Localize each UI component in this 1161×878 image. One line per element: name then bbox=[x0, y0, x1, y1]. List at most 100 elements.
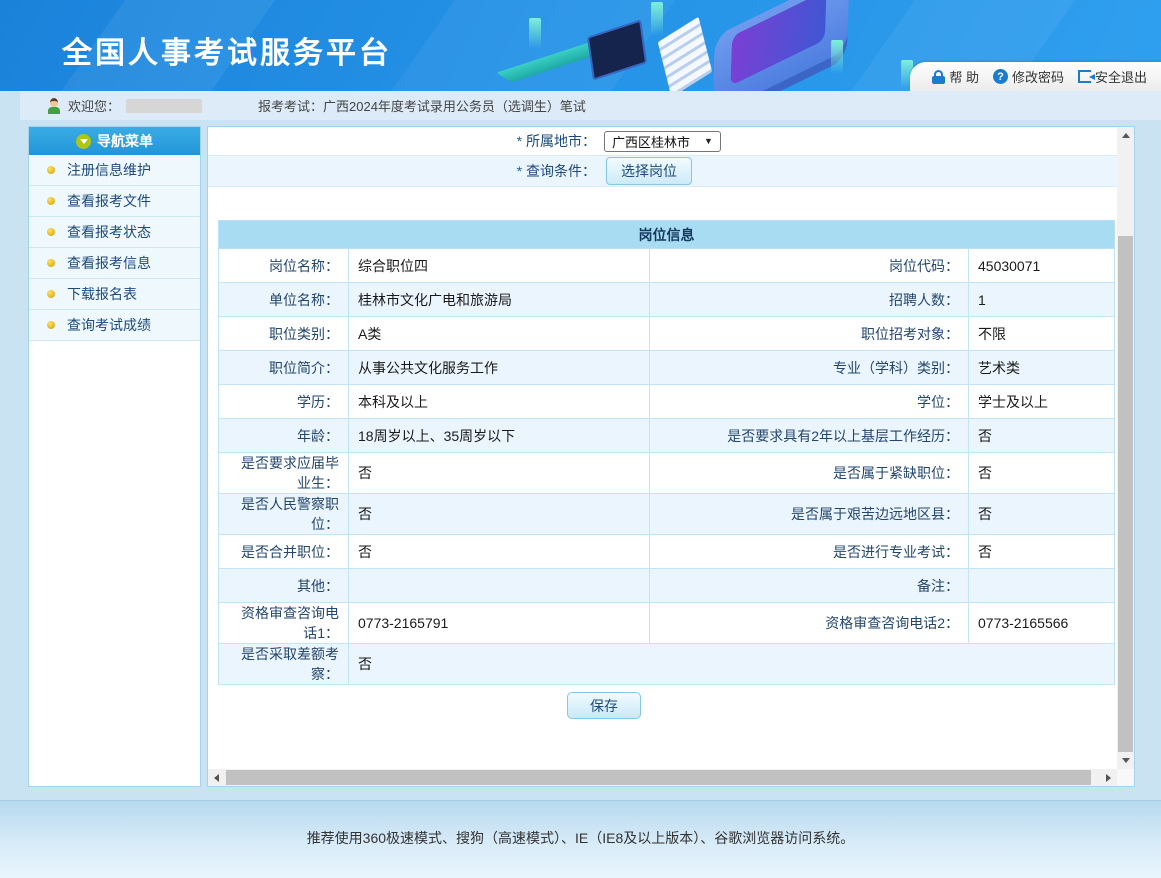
nav-list: 注册信息维护查看报考文件查看报考状态查看报考信息下载报名表查询考试成绩 bbox=[29, 155, 200, 341]
sidebar-item-label: 查看报考状态 bbox=[67, 222, 151, 242]
query-form-row: * 查询条件： 选择岗位 bbox=[208, 156, 1117, 187]
field-value: 1 bbox=[969, 283, 1115, 317]
header-illustration bbox=[501, 0, 921, 91]
sidebar-item[interactable]: 查询考试成绩 bbox=[29, 310, 200, 341]
bullet-icon bbox=[47, 197, 55, 205]
site-title: 全国人事考试服务平台 bbox=[62, 28, 392, 72]
table-title-row: 岗位信息 bbox=[219, 221, 1115, 249]
table-row: 职位简介：从事公共文化服务工作专业（学科）类别：艺术类 bbox=[219, 351, 1115, 385]
field-value: 否 bbox=[969, 453, 1115, 494]
sidebar-item-label: 查看报考信息 bbox=[67, 253, 151, 273]
footer-text: 推荐使用360极速模式、搜狗（高速模式）、IE（IE8及以上版本）、谷歌浏览器访… bbox=[0, 828, 1161, 848]
field-label: 专业（学科）类别： bbox=[650, 351, 969, 385]
field-label: 资格审查咨询电话2： bbox=[650, 603, 969, 644]
scroll-up-icon[interactable] bbox=[1117, 127, 1134, 144]
field-value: 从事公共文化服务工作 bbox=[349, 351, 650, 385]
field-value bbox=[969, 569, 1115, 603]
sidebar-item-label: 注册信息维护 bbox=[67, 160, 151, 180]
field-label: 岗位代码： bbox=[650, 249, 969, 283]
city-select-value: 广西区桂林市 bbox=[612, 132, 690, 151]
table-row: 学历：本科及以上学位：学士及以上 bbox=[219, 385, 1115, 419]
logout-link[interactable]: 安全退出 bbox=[1078, 67, 1147, 86]
illustration-glow-bar bbox=[529, 18, 541, 48]
logout-icon bbox=[1078, 70, 1091, 83]
field-label: 是否要求具有2年以上基层工作经历： bbox=[650, 419, 969, 453]
field-label: 是否人民警察职位： bbox=[219, 494, 349, 535]
logout-label: 安全退出 bbox=[1095, 67, 1147, 86]
field-value: 否 bbox=[969, 494, 1115, 535]
table-row: 是否人民警察职位：否是否属于艰苦边远地区县：否 bbox=[219, 494, 1115, 535]
help-link[interactable]: 帮 助 bbox=[932, 67, 979, 86]
sidebar-item[interactable]: 查看报考信息 bbox=[29, 248, 200, 279]
help-label: 帮 助 bbox=[949, 67, 979, 86]
query-label: * 查询条件： bbox=[208, 161, 596, 181]
field-label: 是否属于紧缺职位： bbox=[650, 453, 969, 494]
field-value: 艺术类 bbox=[969, 351, 1115, 385]
welcome-bar: 欢迎您： 报考考试：广西2024年度考试录用公务员（选调生）笔试 bbox=[20, 91, 1161, 120]
field-label: 备注： bbox=[650, 569, 969, 603]
sidebar-item[interactable]: 查看报考状态 bbox=[29, 217, 200, 248]
change-password-link[interactable]: ? 修改密码 bbox=[993, 67, 1064, 86]
welcome-label: 欢迎您： bbox=[68, 96, 120, 115]
field-label: 招聘人数： bbox=[650, 283, 969, 317]
city-select[interactable]: 广西区桂林市 ▼ bbox=[604, 131, 721, 152]
horizontal-scrollbar-thumb[interactable] bbox=[226, 770, 1091, 785]
bullet-icon bbox=[47, 321, 55, 329]
field-value: 45030071 bbox=[969, 249, 1115, 283]
field-value: 否 bbox=[969, 419, 1115, 453]
city-label: * 所属地市： bbox=[208, 131, 596, 151]
field-label: 年龄： bbox=[219, 419, 349, 453]
illustration-glow-bar bbox=[651, 2, 663, 36]
field-label: 是否要求应届毕业生： bbox=[219, 453, 349, 494]
field-label: 职位简介： bbox=[219, 351, 349, 385]
chevron-down-icon bbox=[76, 134, 91, 149]
field-value: 桂林市文化广电和旅游局 bbox=[349, 283, 650, 317]
question-icon: ? bbox=[993, 69, 1008, 84]
table-row: 单位名称：桂林市文化广电和旅游局招聘人数：1 bbox=[219, 283, 1115, 317]
redacted-username bbox=[126, 99, 202, 113]
field-label: 单位名称： bbox=[219, 283, 349, 317]
vertical-scrollbar-thumb[interactable] bbox=[1118, 236, 1133, 752]
scroll-right-icon[interactable] bbox=[1100, 769, 1117, 786]
field-label: 岗位名称： bbox=[219, 249, 349, 283]
save-button[interactable]: 保存 bbox=[567, 692, 641, 719]
field-label: 是否采取差额考察： bbox=[219, 644, 349, 685]
field-value: 学士及以上 bbox=[969, 385, 1115, 419]
field-value: 否 bbox=[349, 453, 650, 494]
field-value: A类 bbox=[349, 317, 650, 351]
table-row: 资格审查咨询电话1：0773-2165791资格审查咨询电话2：0773-216… bbox=[219, 603, 1115, 644]
field-value: 否 bbox=[969, 535, 1115, 569]
horizontal-scrollbar[interactable] bbox=[208, 769, 1117, 786]
scroll-left-icon[interactable] bbox=[208, 769, 225, 786]
table-row: 岗位名称：综合职位四岗位代码：45030071 bbox=[219, 249, 1115, 283]
field-label: 学历： bbox=[219, 385, 349, 419]
bullet-icon bbox=[47, 166, 55, 174]
lock-icon bbox=[932, 70, 945, 84]
table-row: 是否采取差额考察：否 bbox=[219, 644, 1115, 685]
field-label: 资格审查咨询电话1： bbox=[219, 603, 349, 644]
field-label: 学位： bbox=[650, 385, 969, 419]
sidebar-item[interactable]: 下载报名表 bbox=[29, 279, 200, 310]
page: 全国人事考试服务平台 帮 助 ? 修改密码 安全退出 欢迎您： 报考考试：广西2… bbox=[0, 0, 1161, 878]
sidebar-item-label: 查看报考文件 bbox=[67, 191, 151, 211]
footer: 推荐使用360极速模式、搜狗（高速模式）、IE（IE8及以上版本）、谷歌浏览器访… bbox=[0, 800, 1161, 878]
table-row: 是否合并职位：否是否进行专业考试：否 bbox=[219, 535, 1115, 569]
main-area: 导航菜单 注册信息维护查看报考文件查看报考状态查看报考信息下载报名表查询考试成绩… bbox=[0, 120, 1161, 787]
illustration-stairs bbox=[658, 17, 712, 91]
scroll-down-icon[interactable] bbox=[1117, 752, 1134, 769]
field-value bbox=[349, 569, 650, 603]
table-row: 其他：备注： bbox=[219, 569, 1115, 603]
content-panel: * 所属地市： 广西区桂林市 ▼ * 查询条件： 选择岗位 bbox=[207, 126, 1135, 787]
bullet-icon bbox=[47, 228, 55, 236]
field-label: 是否属于艰苦边远地区县： bbox=[650, 494, 969, 535]
vertical-scrollbar[interactable] bbox=[1117, 127, 1134, 769]
change-password-label: 修改密码 bbox=[1012, 67, 1064, 86]
select-position-button[interactable]: 选择岗位 bbox=[606, 157, 692, 185]
table-title: 岗位信息 bbox=[219, 221, 1115, 249]
field-value: 否 bbox=[349, 494, 650, 535]
sidebar-item[interactable]: 注册信息维护 bbox=[29, 155, 200, 186]
field-value: 0773-2165791 bbox=[349, 603, 650, 644]
city-form-row: * 所属地市： 广西区桂林市 ▼ bbox=[208, 127, 1117, 156]
sidebar: 导航菜单 注册信息维护查看报考文件查看报考状态查看报考信息下载报名表查询考试成绩 bbox=[28, 126, 201, 787]
sidebar-item[interactable]: 查看报考文件 bbox=[29, 186, 200, 217]
